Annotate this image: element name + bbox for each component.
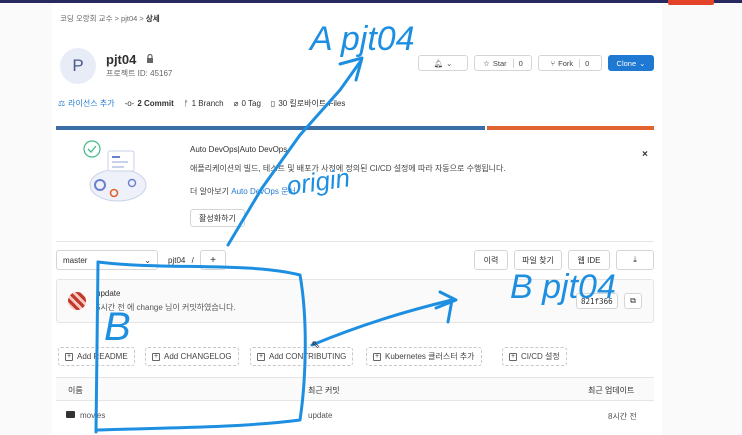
- file-icon: ▯: [270, 99, 276, 108]
- tag-icon: ⌀: [233, 99, 239, 108]
- quick-add-label: Add CONTRIBUTING: [269, 352, 347, 361]
- branches-link[interactable]: ᚠ1 Branch: [184, 98, 224, 109]
- files-link[interactable]: ▯ 30 킬로바이트 Files: [271, 98, 345, 109]
- file-row-updated: 8시간 전: [608, 412, 637, 421]
- commit-author-avatar: [68, 292, 86, 310]
- repo-path-root[interactable]: pjt04: [168, 256, 185, 265]
- fork-count: 0: [579, 58, 589, 68]
- file-row-name[interactable]: movies: [80, 411, 105, 420]
- plus-icon: +: [373, 352, 381, 361]
- chevron-down-icon: ⌄: [144, 255, 151, 265]
- find-file-button[interactable]: 파일 찾기: [514, 250, 562, 270]
- auto-devops-title: Auto DevOps|Auto DevOps: [190, 145, 288, 154]
- star-icon: ☆: [483, 58, 490, 68]
- add-kubernetes-cluster-button[interactable]: + Kubernetes 클러스터 추가: [366, 347, 482, 366]
- web-ide-button[interactable]: 웹 IDE: [568, 250, 610, 270]
- star-label: Star: [492, 58, 507, 68]
- auto-devops-illustration: [83, 140, 147, 202]
- add-file-dropdown[interactable]: +: [200, 250, 226, 270]
- auto-devops-description: 애플리케이션의 빌드, 테스트 및 배포가 사전에 정의된 CI/CD 설정에 …: [190, 164, 506, 173]
- language-bar-segment: [487, 126, 654, 130]
- column-last-commit-header: 최근 커밋: [308, 386, 340, 395]
- commit-sha[interactable]: 821f366: [576, 293, 618, 309]
- path-separator: /: [191, 256, 194, 265]
- branch-name: master: [63, 255, 88, 265]
- commit-meta: 5시간 전 에 change 님이 커밋하였습니다.: [96, 303, 236, 312]
- tags-count: 0 Tag: [241, 99, 261, 108]
- folder-icon: [66, 411, 75, 418]
- quick-add-label: Add README: [77, 352, 128, 361]
- plus-icon: +: [152, 352, 160, 361]
- scale-icon: ⚖: [58, 99, 66, 108]
- last-commit-panel: [56, 279, 654, 323]
- chevron-down-icon: ⌄: [446, 58, 453, 68]
- breadcrumb: 코딩 오랑회 교수 > pjt04 > 상세: [60, 13, 160, 24]
- breadcrumb-project[interactable]: pjt04: [121, 14, 137, 23]
- notification-button[interactable]: 🔔︎ ⌄: [418, 55, 468, 71]
- download-button[interactable]: ⤓: [616, 250, 654, 270]
- clone-label: Clone: [616, 58, 637, 68]
- bell-icon: 🔔︎: [433, 58, 444, 68]
- auto-devops-docs-link[interactable]: Auto DevOps 문서: [231, 187, 296, 196]
- project-page: 코딩 오랑회 교수 > pjt04 > 상세 P pjt04 프로젝트 ID: …: [52, 3, 662, 435]
- breadcrumb-separator: >: [114, 14, 119, 23]
- project-name: pjt04: [106, 52, 137, 67]
- copy-icon: ⧉: [630, 296, 636, 305]
- plus-icon: +: [257, 352, 265, 361]
- star-button[interactable]: ☆ Star 0: [474, 55, 532, 71]
- plus-icon: +: [65, 352, 73, 361]
- files-size: 30 킬로바이트 Files: [278, 99, 346, 108]
- fork-button[interactable]: ⑂ Fork 0: [538, 55, 602, 71]
- commits-count: 2 Commit: [137, 99, 174, 108]
- branch-icon: ᚠ: [183, 99, 189, 108]
- record-indicator: [668, 0, 714, 5]
- lock-icon: [146, 53, 154, 65]
- branches-count: 1 Branch: [191, 99, 224, 108]
- license-label: 라이선스 추가: [68, 99, 115, 108]
- add-license-link[interactable]: ⚖ 라이선스 추가: [58, 98, 115, 109]
- breadcrumb-group[interactable]: 코딩 오랑회 교수: [60, 14, 112, 23]
- quick-add-label: Kubernetes 클러스터 추가: [385, 352, 475, 361]
- breadcrumb-separator: >: [139, 14, 144, 23]
- download-icon: ⤓: [633, 255, 637, 264]
- clone-button[interactable]: Clone ⌄: [608, 55, 654, 71]
- quick-add-label: Add CHANGELOG: [164, 352, 232, 361]
- star-count: 0: [512, 58, 523, 68]
- breadcrumb-current: 상세: [145, 14, 160, 23]
- branch-selector[interactable]: master ⌄: [56, 250, 158, 270]
- commit-icon: -o-: [124, 99, 135, 108]
- quick-add-label: CI/CD 설정: [521, 352, 560, 361]
- commits-link[interactable]: -o- 2 Commit: [125, 98, 174, 109]
- close-icon[interactable]: ×: [642, 149, 648, 160]
- column-last-update-header: 최근 업데이트: [588, 386, 635, 395]
- history-button[interactable]: 이력: [474, 250, 508, 270]
- file-row-commit[interactable]: update: [308, 411, 332, 420]
- setup-ci-cd-button[interactable]: + CI/CD 설정: [502, 347, 567, 366]
- chevron-down-icon: ⌄: [639, 58, 646, 68]
- plus-icon: +: [509, 352, 517, 361]
- add-changelog-button[interactable]: + Add CHANGELOG: [145, 347, 239, 366]
- tags-link[interactable]: ⌀ 0 Tag: [234, 98, 261, 109]
- project-stats: ⚖ 라이선스 추가 -o- 2 Commit ᚠ1 Branch ⌀ 0 Tag ▯ 3…: [58, 98, 345, 109]
- mouse-cursor-icon: ⇖: [311, 339, 321, 351]
- auto-devops-learn-more: 더 알아보기 Auto DevOps 문서: [190, 186, 296, 197]
- file-table-header: [56, 377, 654, 401]
- language-bar-segment: [56, 126, 486, 130]
- fork-label: Fork: [558, 58, 574, 68]
- divider: [56, 241, 654, 242]
- add-contributing-button[interactable]: + Add CONTRIBUTING: [250, 347, 354, 366]
- project-avatar: P: [60, 48, 96, 84]
- add-readme-button[interactable]: + Add README: [58, 347, 135, 366]
- copy-sha-button[interactable]: ⧉: [624, 293, 642, 309]
- enable-auto-devops-button[interactable]: 활성화하기: [190, 209, 245, 227]
- repo-path: pjt04 /: [168, 256, 194, 265]
- commit-title[interactable]: update: [96, 289, 120, 298]
- project-id: 프로젝트 ID: 45167: [106, 69, 173, 78]
- fork-icon: ⑂: [550, 58, 556, 68]
- column-name-header: 이름: [68, 386, 83, 395]
- language-bar: [56, 126, 654, 130]
- learn-more-label: 더 알아보기: [190, 187, 230, 196]
